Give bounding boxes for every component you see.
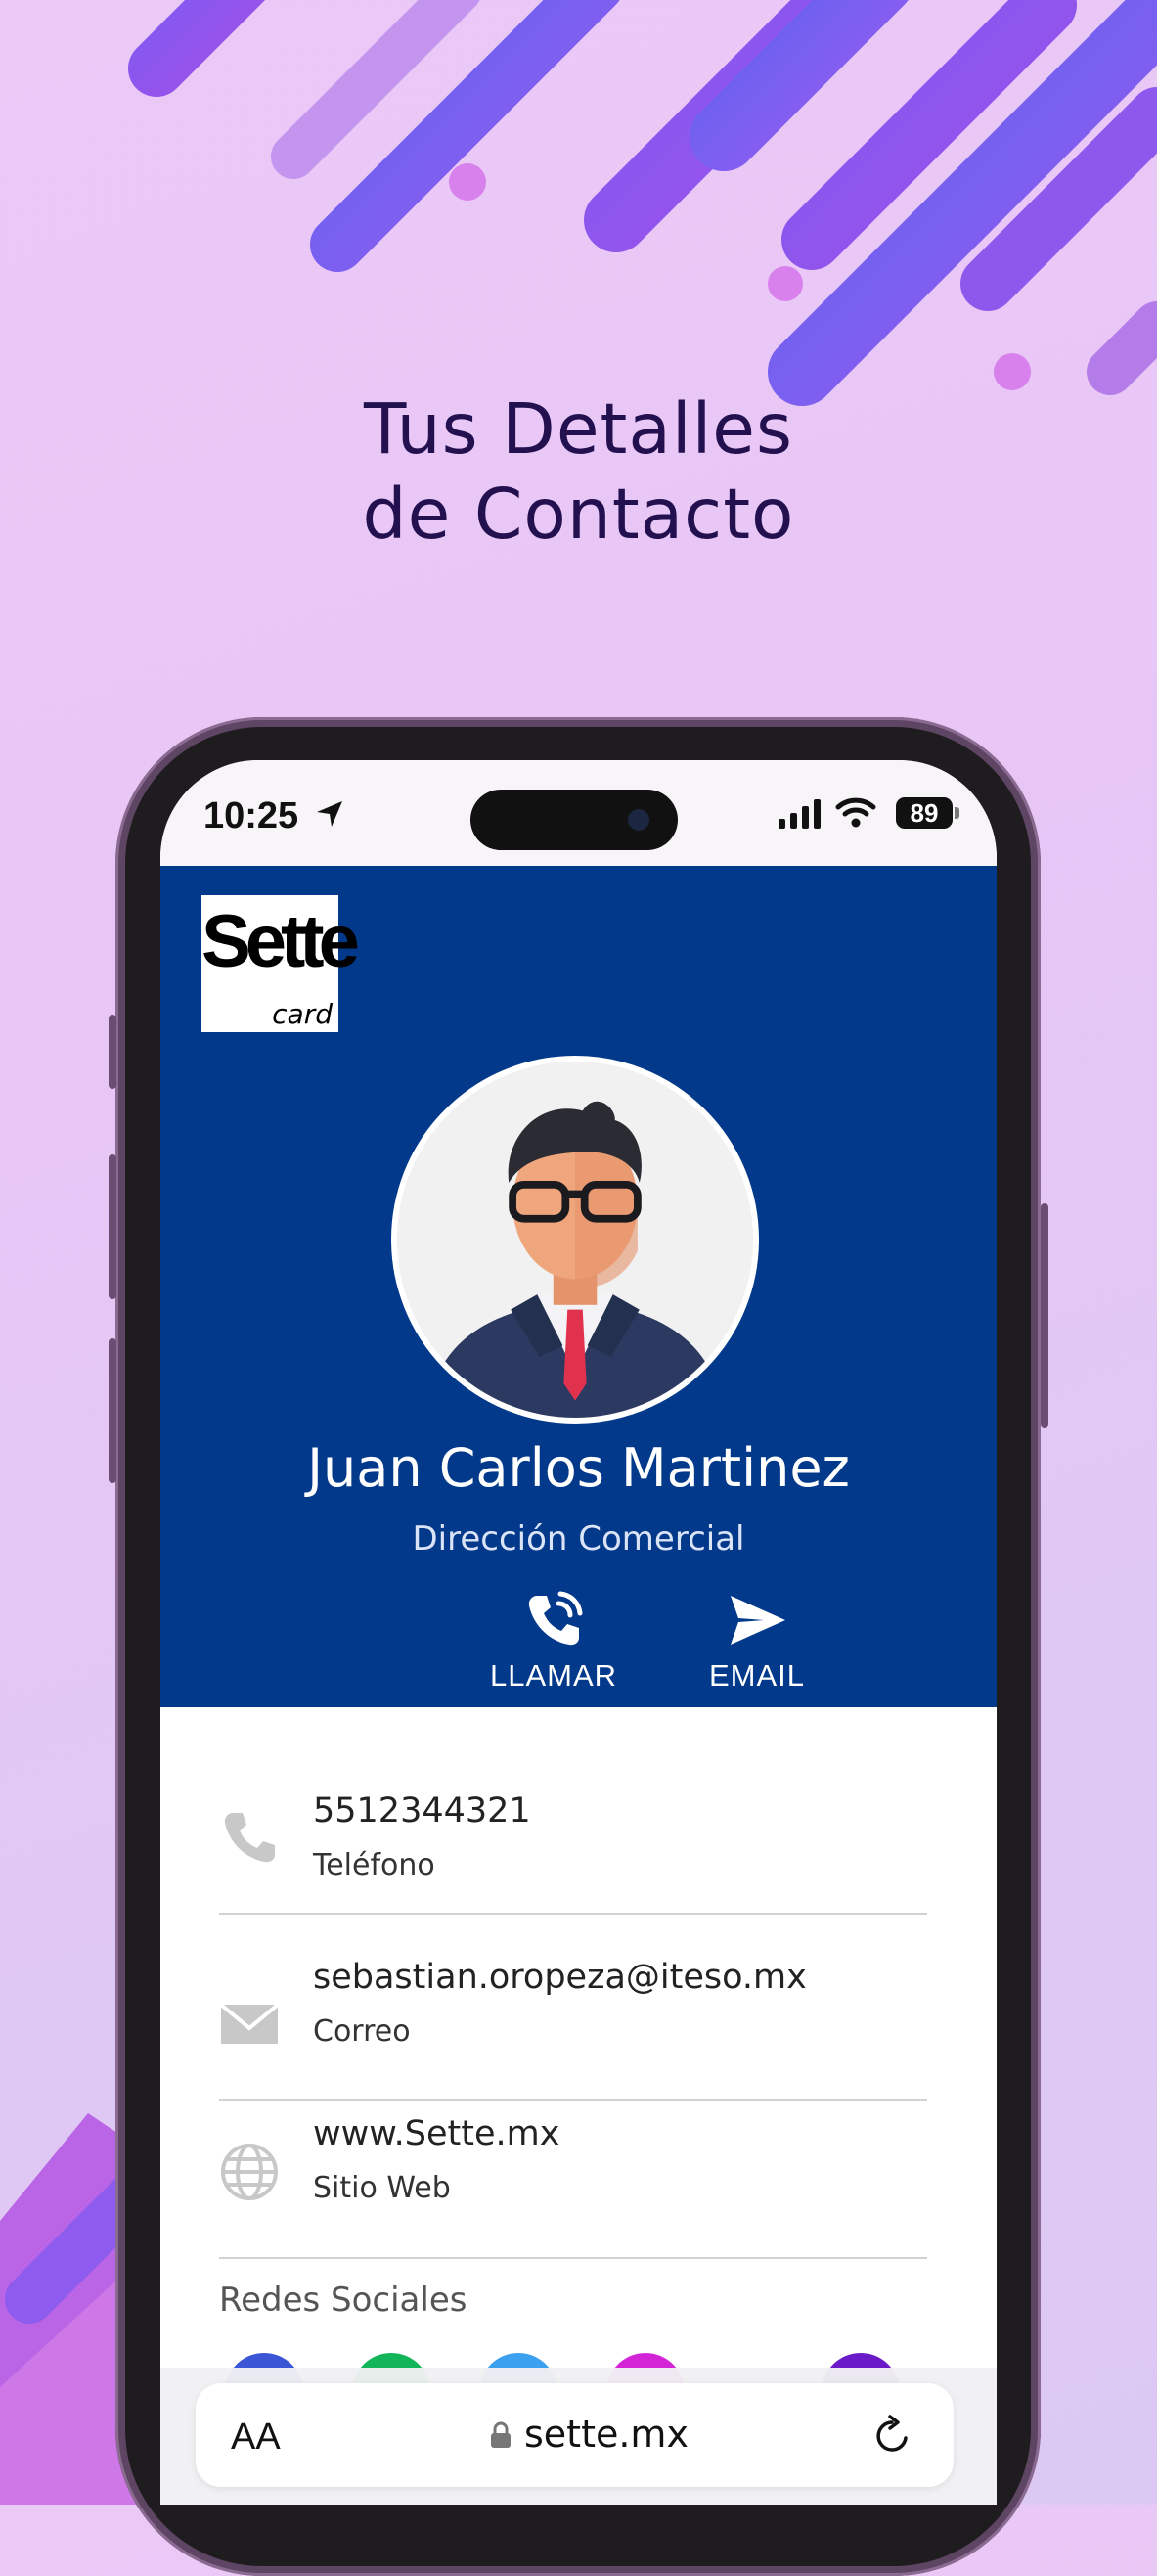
status-bar: 10:25 89 <box>160 760 997 866</box>
contact-row-website[interactable]: www.Sette.mx Sitio Web <box>219 2102 927 2259</box>
lock-icon <box>491 2421 511 2448</box>
logo-text: Sette <box>201 900 360 983</box>
contact-label: Sitio Web <box>313 2171 451 2205</box>
reload-icon[interactable] <box>870 2415 913 2458</box>
send-icon <box>731 1596 785 1645</box>
contact-role: Dirección Comercial <box>412 1519 745 1559</box>
mail-icon <box>219 2003 280 2044</box>
address-bar[interactable]: AA sette.mx <box>196 2383 954 2487</box>
text-size-label: AA <box>231 2417 281 2458</box>
page-headline: Tus Detalles de Contacto <box>0 386 1157 557</box>
url-text: sette.mx <box>524 2413 689 2456</box>
globe-icon <box>221 2144 278 2200</box>
phone-volume-up <box>109 1154 116 1299</box>
contact-row-email[interactable]: sebastian.oropeza@iteso.mx Correo <box>219 1944 927 2101</box>
battery-indicator: 89 <box>896 797 953 829</box>
contact-name: Juan Carlos Martinez <box>307 1437 850 1499</box>
contact-row-phone[interactable]: 5512344321 Teléfono <box>219 1758 927 1915</box>
contact-value: sebastian.oropeza@iteso.mx <box>313 1958 807 1997</box>
email-button[interactable]: EMAIL <box>679 1590 835 1694</box>
profile-header: Sette card Juan Carlos Martinez Direcció <box>160 866 997 1707</box>
phone-icon <box>528 1591 583 1646</box>
phone-screen: 10:25 89 Sette card Juan Carlos Martinez… <box>160 760 997 2505</box>
phone-mute-switch <box>109 1015 116 1089</box>
battery-tip <box>955 807 959 819</box>
contact-value: 5512344321 <box>313 1791 531 1830</box>
businessman-avatar-icon <box>397 1062 753 1418</box>
cellular-signal-icon <box>779 799 821 829</box>
contact-label: Correo <box>313 2014 411 2049</box>
phone-power-button <box>1041 1203 1048 1428</box>
call-button[interactable]: LLAMAR <box>475 1590 632 1694</box>
contact-label: Teléfono <box>313 1848 435 1882</box>
browser-toolbar: AA sette.mx <box>160 2368 997 2505</box>
email-button-label: EMAIL <box>708 1658 806 1693</box>
phone-volume-down <box>109 1338 116 1483</box>
wifi-icon <box>835 797 876 828</box>
phone-icon <box>224 1813 275 1863</box>
contact-value: www.Sette.mx <box>313 2114 560 2153</box>
text-size-button[interactable]: AA <box>231 2417 281 2459</box>
front-camera <box>628 809 649 831</box>
social-section-title: Redes Sociales <box>219 2281 467 2320</box>
location-arrow-icon <box>317 801 342 827</box>
status-time: 10:25 <box>203 795 299 836</box>
headline-line-1: Tus Detalles <box>364 388 793 470</box>
call-button-label: LLAMAR <box>489 1658 618 1693</box>
avatar <box>391 1056 759 1424</box>
sette-card-logo[interactable]: Sette card <box>201 895 360 1032</box>
logo-subtext: card <box>272 998 333 1030</box>
headline-line-2: de Contacto <box>362 474 795 555</box>
